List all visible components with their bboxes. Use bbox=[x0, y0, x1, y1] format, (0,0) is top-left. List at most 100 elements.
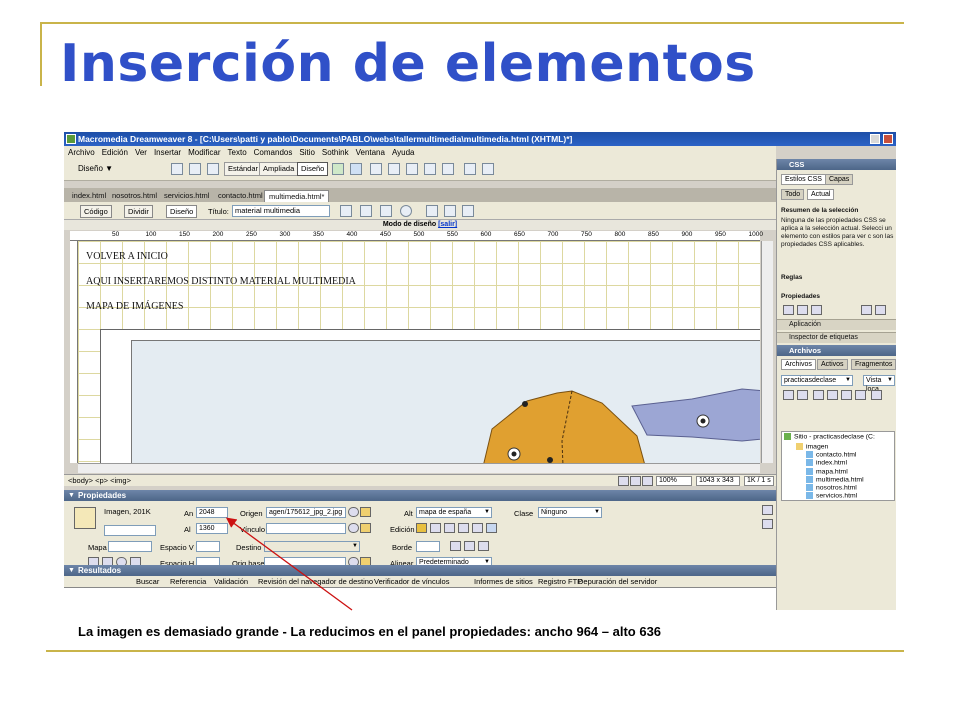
frame-icon[interactable] bbox=[332, 163, 344, 175]
expand-icon[interactable] bbox=[442, 163, 454, 175]
width-field[interactable]: 2048 bbox=[196, 507, 228, 518]
check-in-icon[interactable] bbox=[855, 390, 866, 400]
inspector-panel-header[interactable]: Inspector de etiquetas bbox=[777, 332, 896, 343]
file-item[interactable]: nosotros.html bbox=[806, 484, 857, 491]
edit-image-icon[interactable] bbox=[416, 523, 427, 533]
optimize-icon[interactable] bbox=[430, 523, 441, 533]
category-view-icon[interactable] bbox=[783, 305, 794, 315]
help-icon[interactable] bbox=[762, 505, 773, 515]
debug-icon[interactable] bbox=[380, 205, 392, 217]
sharpen-icon[interactable] bbox=[486, 523, 497, 533]
tab-todo[interactable]: Todo bbox=[781, 189, 805, 200]
design-canvas[interactable]: VOLVER A INICIO AQUI INSERTAREMOS DISTIN… bbox=[78, 241, 760, 463]
tag-selector[interactable]: <body> <p> <img> bbox=[68, 475, 131, 486]
diseno-view-button[interactable]: Diseño bbox=[166, 205, 198, 218]
get-files-icon[interactable] bbox=[813, 390, 824, 400]
tab-estilos-css[interactable]: Estilos CSS bbox=[781, 174, 826, 185]
quick-tag-icon[interactable] bbox=[762, 519, 773, 529]
file-item[interactable]: index.html bbox=[806, 459, 847, 467]
attach-style-icon[interactable] bbox=[861, 305, 872, 315]
menu-item[interactable]: Sothink bbox=[322, 148, 349, 157]
ampliada-button[interactable]: Ampliada bbox=[259, 162, 299, 176]
doc-tab[interactable]: servicios.html bbox=[160, 190, 213, 202]
alt-field[interactable]: mapa de españa bbox=[416, 507, 492, 518]
preview-icon[interactable] bbox=[360, 205, 372, 217]
results-tab[interactable]: Referencia bbox=[170, 576, 206, 587]
results-panel-header[interactable]: ▼ Resultados bbox=[64, 565, 776, 576]
layer-icon[interactable] bbox=[189, 163, 201, 175]
border-field[interactable] bbox=[416, 541, 440, 552]
az-sort-icon[interactable] bbox=[797, 305, 808, 315]
view-select[interactable]: Diseño ▼ bbox=[78, 164, 113, 173]
menu-item[interactable]: Archivo bbox=[68, 148, 95, 157]
align-right-icon[interactable] bbox=[478, 541, 489, 551]
table-icon[interactable] bbox=[171, 163, 183, 175]
file-item[interactable]: servicios.html bbox=[806, 492, 857, 499]
zoom-tool-icon[interactable] bbox=[642, 476, 653, 486]
layout-icon[interactable] bbox=[207, 163, 219, 175]
view-mode-select[interactable]: Vista loca bbox=[863, 375, 895, 393]
cell-icon[interactable] bbox=[424, 163, 436, 175]
menu-item[interactable]: Insertar bbox=[154, 148, 181, 157]
link-field[interactable] bbox=[266, 523, 346, 534]
results-tab[interactable]: Registro FTP bbox=[538, 576, 582, 587]
doc-tab[interactable]: index.html bbox=[68, 190, 110, 202]
check-out-icon[interactable] bbox=[841, 390, 852, 400]
file-item[interactable]: imagen bbox=[796, 443, 828, 450]
codigo-button[interactable]: Código bbox=[80, 205, 112, 218]
resample-icon[interactable] bbox=[458, 523, 469, 533]
menu-item[interactable]: Ventana bbox=[356, 148, 385, 157]
hand-tool-icon[interactable] bbox=[630, 476, 641, 486]
results-tab[interactable]: Validación bbox=[214, 576, 248, 587]
site-select[interactable]: practicasdeclase bbox=[781, 375, 853, 386]
visual-aids-icon[interactable] bbox=[462, 205, 474, 217]
doc-tab[interactable]: contacto.html bbox=[214, 190, 267, 202]
results-tab[interactable]: Revisión del navegador de destino bbox=[258, 576, 373, 587]
maximize-icon[interactable] bbox=[870, 134, 880, 144]
div-icon[interactable] bbox=[350, 163, 362, 175]
archivos-tab[interactable]: Activos bbox=[817, 359, 848, 370]
view-options-icon[interactable] bbox=[444, 205, 456, 217]
canvas-vertical-scrollbar[interactable] bbox=[761, 241, 773, 463]
canvas-line-volver[interactable]: VOLVER A INICIO bbox=[86, 251, 168, 262]
insert-frame-icon[interactable] bbox=[482, 163, 494, 175]
results-tab[interactable]: Verificador de vínculos bbox=[374, 576, 449, 587]
archivos-tab[interactable]: Fragmentos bbox=[851, 359, 896, 370]
aplicacion-panel-header[interactable]: Aplicación bbox=[777, 319, 896, 330]
results-tab[interactable]: Depuración del servidor bbox=[578, 576, 657, 587]
results-tab[interactable]: Informes de sitios bbox=[474, 576, 533, 587]
link-folder-icon[interactable] bbox=[360, 523, 371, 533]
doc-tab[interactable]: nosotros.html bbox=[108, 190, 161, 202]
title-input[interactable]: material multimedia bbox=[232, 205, 330, 217]
archivos-panel-header[interactable]: Archivos bbox=[777, 345, 896, 356]
dividir-button[interactable]: Dividir bbox=[124, 205, 153, 218]
crop-icon[interactable] bbox=[444, 523, 455, 533]
tab-capas[interactable]: Capas bbox=[825, 174, 854, 185]
expand-panel-icon[interactable] bbox=[871, 390, 882, 400]
vspace-field[interactable] bbox=[196, 541, 220, 552]
site-root-item[interactable]: Sitio - practicasdeclase (C: bbox=[784, 433, 875, 440]
height-field[interactable]: 1360 bbox=[196, 523, 228, 534]
css-panel-header[interactable]: CSS bbox=[777, 159, 896, 170]
estandar-button[interactable]: Estándar bbox=[224, 162, 263, 176]
menu-item[interactable]: Ayuda bbox=[392, 148, 415, 157]
map-name-field[interactable] bbox=[108, 541, 152, 552]
align-left-icon[interactable] bbox=[450, 541, 461, 551]
globe-icon[interactable] bbox=[400, 205, 412, 217]
menu-item[interactable]: Comandos bbox=[254, 148, 293, 157]
connect-icon[interactable] bbox=[783, 390, 794, 400]
diseno-button[interactable]: Diseño bbox=[297, 162, 329, 176]
src-field[interactable]: agen/175612_jpg_2.jpg bbox=[266, 507, 346, 518]
target-select[interactable] bbox=[264, 541, 360, 552]
folder-icon[interactable] bbox=[360, 507, 371, 517]
menu-item[interactable]: Texto bbox=[228, 148, 247, 157]
iframe-icon[interactable] bbox=[388, 163, 400, 175]
close-icon[interactable] bbox=[883, 134, 893, 144]
brightness-icon[interactable] bbox=[472, 523, 483, 533]
exit-design-mode-link[interactable]: [salir] bbox=[438, 221, 457, 228]
archivos-tab[interactable]: Archivos bbox=[781, 359, 816, 370]
map-image[interactable] bbox=[131, 340, 760, 463]
put-files-icon[interactable] bbox=[827, 390, 838, 400]
point-to-file-icon[interactable] bbox=[348, 507, 359, 517]
canvas-horizontal-scrollbar[interactable] bbox=[78, 463, 760, 473]
